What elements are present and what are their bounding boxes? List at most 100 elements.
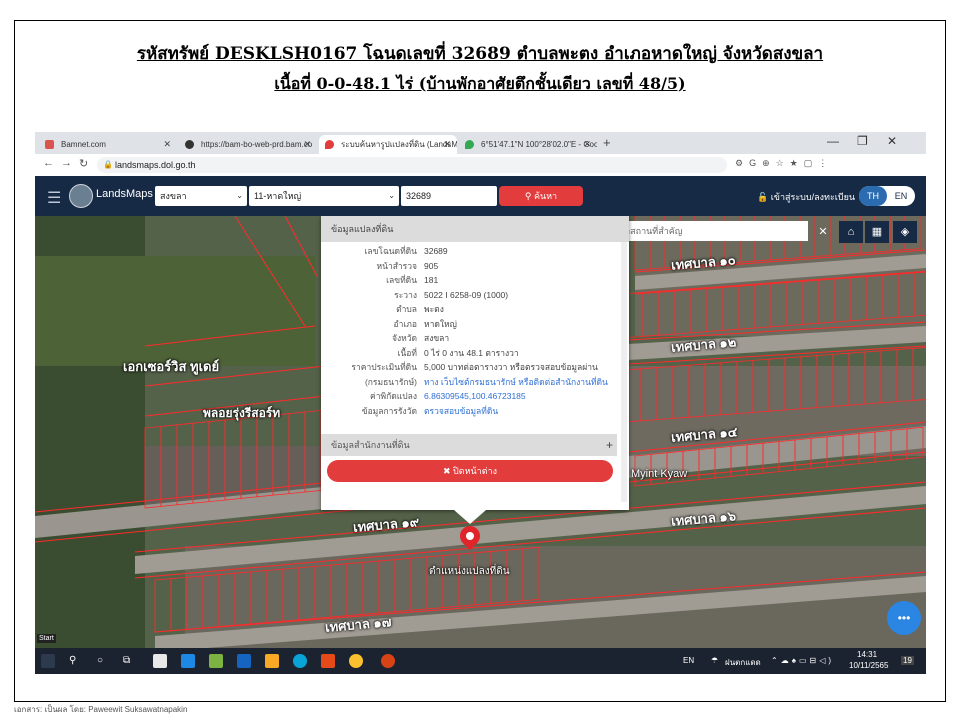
parcel-info-key: จังหวัด: [391, 333, 417, 343]
district-select[interactable]: 11-หาดใหญ่ ⌄: [249, 186, 399, 206]
url-field[interactable]: 🔒 landsmaps.dol.go.th: [97, 157, 727, 173]
browser-tab[interactable]: Bamnet.com ✕: [39, 135, 177, 154]
search-icon: ⚲: [524, 191, 534, 201]
district-value: 11-หาดใหญ่: [254, 191, 302, 201]
edge-icon[interactable]: [293, 654, 307, 668]
parcel-info-popup: ข้อมูลแปลงที่ดิน เลขโฉนดที่ดิน 32689 หน้าส…: [321, 216, 629, 510]
parcel-info-value: 5022 I 6258-09 (1000): [424, 289, 509, 300]
land-office-section[interactable]: ข้อมูลสำนักงานที่ดิน +: [321, 434, 617, 456]
extension-icons[interactable]: ⚙G⊕☆★▢⋮: [735, 158, 833, 169]
parcel-info-row: (กรมธนารักษ์) ทาง เว็บไซต์กรมธนารักษ์ หรื…: [321, 375, 629, 389]
parcel-info-row: หน้าสำรวจ 905: [321, 259, 629, 273]
window-close-button[interactable]: ✕: [887, 134, 897, 148]
parcel-info-value[interactable]: 6.86309545,100.46723185: [424, 389, 526, 403]
language-toggle[interactable]: TH EN: [859, 186, 915, 206]
lang-th-button[interactable]: TH: [859, 186, 887, 206]
start-label: Start: [37, 634, 56, 643]
bamnet-favicon-icon: [45, 140, 54, 149]
grid-icon[interactable]: ▦: [865, 221, 889, 243]
search-icon[interactable]: ⚲: [69, 655, 76, 666]
file-explorer-icon[interactable]: [265, 654, 279, 668]
clear-search-icon[interactable]: ✕: [811, 221, 835, 243]
map-place-label: พลอยรุ่งรีสอร์ท: [203, 406, 281, 420]
tab-label: https://bam-bo-web-prd.bam.co: [201, 140, 313, 149]
parcel-info-key: เนื้อที่: [397, 347, 417, 358]
menu-icon[interactable]: ☰: [47, 188, 61, 208]
close-tab-icon[interactable]: ✕: [583, 135, 591, 154]
task-view-icon[interactable]: ⧉: [123, 655, 130, 666]
parcel-info-row: จังหวัด สงขลา: [321, 331, 629, 345]
parcel-info-value[interactable]: ทาง เว็บไซต์กรมธนารักษ์ หรือติดต่อสำนักง…: [424, 375, 608, 389]
address-bar-row: ← → ↻ 🔒 landsmaps.dol.go.th ⚙G⊕☆★▢⋮: [35, 154, 926, 177]
document-footer: เอกสาร: เป็นผล โดย: Paweewit Suksawatnap…: [14, 705, 188, 714]
browser-tab[interactable]: https://bam-bo-web-prd.bam.co ✕: [179, 135, 317, 154]
parcel-info-value: พะตง: [424, 304, 444, 314]
weather-icon[interactable]: ☂: [711, 656, 718, 665]
parcel-info-row: ระวาง 5022 I 6258-09 (1000): [321, 288, 629, 302]
parcel-info-row: ราคาประเมินที่ดิน 5,000 บาทต่อตารางวา หรื…: [321, 360, 629, 374]
close-tab-icon[interactable]: ✕: [443, 135, 451, 154]
new-tab-button[interactable]: +: [603, 135, 611, 150]
weather-text[interactable]: ฝนตกแดด: [725, 656, 761, 669]
expand-icon[interactable]: +: [606, 434, 613, 456]
popup-scrollbar[interactable]: [621, 242, 627, 502]
clock-time[interactable]: 14:31: [857, 650, 877, 659]
map-view[interactable]: เอกเซอร์วิส ทูเดย์ พลอยรุ่งรีสอร์ท เทศบา…: [35, 216, 926, 648]
parcel-info-key: ระวาง: [394, 289, 417, 300]
forward-arrow-icon[interactable]: →: [61, 157, 72, 169]
app-icon[interactable]: [321, 654, 335, 668]
map-pin-favicon-icon: [325, 140, 334, 149]
maximize-button[interactable]: ❐: [857, 134, 868, 148]
close-window-button[interactable]: ✖ ปิดหน้าต่าง: [327, 460, 613, 482]
close-icon: ✖: [442, 466, 454, 476]
province-value: สงขลา: [160, 191, 187, 201]
parcel-info-value: 5,000 บาทต่อตารางวา หรือตรวจสอบข้อมูลผ่า…: [424, 362, 598, 372]
search-label: ค้นหา: [533, 191, 558, 201]
parcel-info-value: 0 ไร่ 0 งาน 48.1 ตารางวา: [424, 347, 519, 358]
parcel-number-value: 32689: [406, 191, 432, 201]
chevron-down-icon: ⌄: [388, 191, 395, 200]
app-icon[interactable]: [209, 654, 223, 668]
input-language[interactable]: EN: [683, 656, 694, 665]
parcel-info-row: เลขโฉนดที่ดิน 32689: [321, 244, 629, 258]
parcel-info-row: ค่าพิกัดแปลง 6.86309545,100.46723185: [321, 389, 629, 403]
login-label: เข้าสู่ระบบ/ลงทะเบียน: [770, 192, 855, 202]
search-button[interactable]: ⚲ ค้นหา: [499, 186, 583, 206]
parcel-info-key: หน้าสำรวจ: [376, 260, 417, 271]
document-title: รหัสทรัพย์ DESKLSH0167 โฉนดเลขที่ 32689 …: [136, 44, 824, 64]
app-icon[interactable]: [153, 654, 167, 668]
tab-label: Bamnet.com: [61, 140, 106, 149]
department-logo-icon: [69, 184, 93, 208]
powerpoint-icon[interactable]: [381, 654, 395, 668]
notification-badge[interactable]: 19: [901, 656, 914, 665]
layers-icon[interactable]: ◈: [893, 221, 917, 243]
browser-screenshot: Bamnet.com ✕ https://bam-bo-web-prd.bam.…: [35, 132, 926, 674]
browser-tab-active[interactable]: ระบบค้นหารูปแปลงที่ดิน (LandsMaps ✕: [319, 135, 457, 154]
clock-date[interactable]: 10/11/2565: [849, 661, 888, 670]
close-tab-icon[interactable]: ✕: [163, 135, 171, 154]
place-search-input[interactable]: ค้นหาสถานที่สำคัญ: [603, 221, 808, 241]
parcel-info-key: ราคาประเมินที่ดิน: [351, 362, 417, 372]
parcel-number-input[interactable]: 32689: [401, 186, 497, 206]
minimize-button[interactable]: —: [827, 134, 839, 148]
back-arrow-icon[interactable]: ←: [43, 157, 54, 169]
login-link[interactable]: 🔓 เข้าสู่ระบบ/ลงทะเบียน: [757, 190, 855, 204]
close-tab-icon[interactable]: ✕: [303, 135, 311, 154]
more-options-button[interactable]: •••: [887, 601, 921, 635]
app-icon[interactable]: [237, 654, 251, 668]
parcel-info-key: ตำบล: [396, 304, 417, 314]
chrome-icon[interactable]: [349, 654, 363, 668]
browser-tab[interactable]: 6°51'47.1"N 100°28'02.0"E - Goo ✕: [459, 135, 597, 154]
lang-en-button[interactable]: EN: [887, 186, 915, 206]
land-office-label: ข้อมูลสำนักงานที่ดิน: [331, 440, 410, 450]
system-tray-icons[interactable]: ⌃☁♠▭⊟◁): [771, 656, 834, 665]
province-select[interactable]: สงขลา ⌄: [155, 186, 247, 206]
windows-start-icon[interactable]: [41, 654, 55, 668]
mail-icon[interactable]: [181, 654, 195, 668]
parcel-info-key: (กรมธนารักษ์): [364, 376, 417, 387]
home-icon[interactable]: ⌂: [839, 221, 863, 243]
site-favicon-icon: [185, 140, 194, 149]
cortana-icon[interactable]: ○: [97, 655, 103, 666]
reload-icon[interactable]: ↻: [79, 157, 88, 170]
map-place-label: เอกเซอร์วิส ทูเดย์: [123, 359, 220, 374]
